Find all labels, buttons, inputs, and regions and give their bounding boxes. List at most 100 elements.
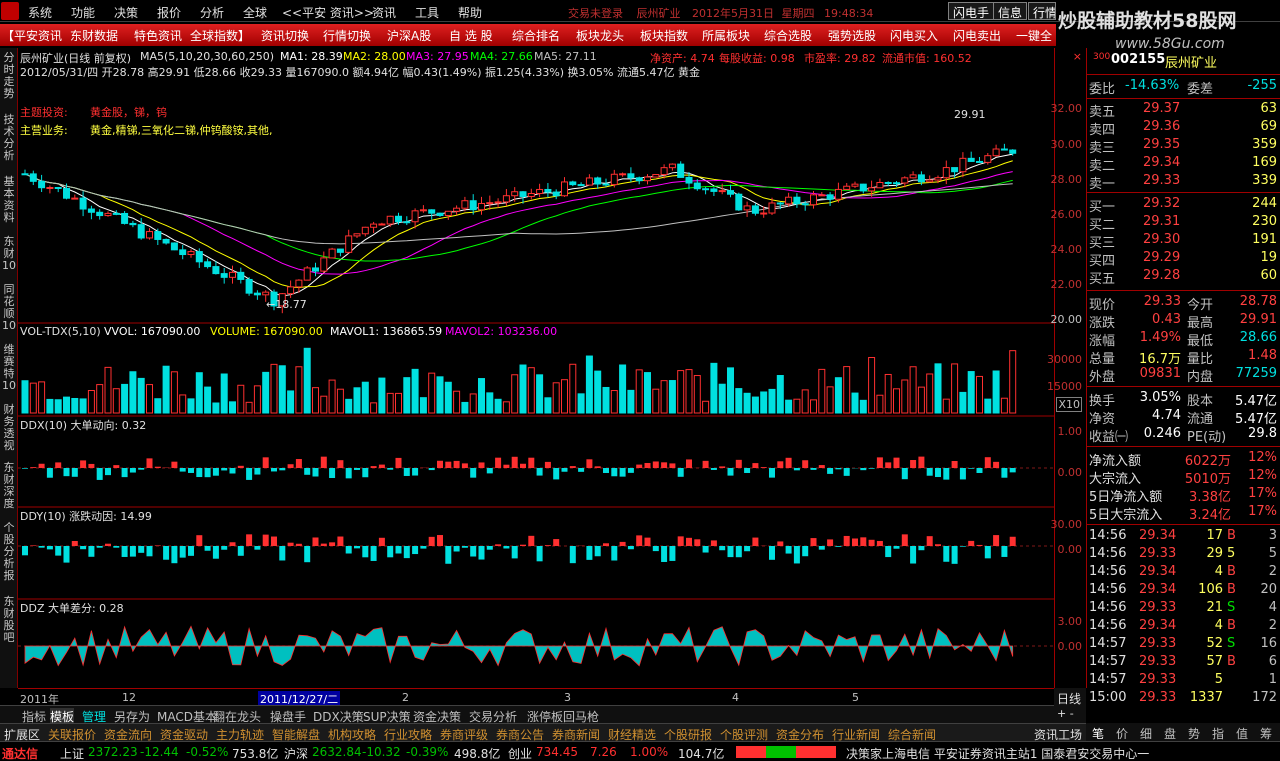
rtab-chips[interactable]: 筹 [1260,725,1272,742]
info-button[interactable]: 信息 [993,2,1028,20]
window-title: 交易未登录 辰州矿业 2012年5月31日 星期四 19:48:34 [568,5,873,21]
tick-side: 5 [1227,546,1236,561]
rtab-index[interactable]: 指 [1212,725,1224,742]
toolbar-global-index[interactable]: 全球指数】 [190,27,250,44]
menu-news[interactable]: 资讯 [372,4,396,21]
toolbar-sector-index[interactable]: 板块指数 [640,27,688,44]
tick-volume: 57 [1206,654,1223,669]
menu-quote[interactable]: 报价 [157,4,181,21]
ddx-bar [702,460,709,468]
period-day-button[interactable]: 日线 [1057,690,1081,707]
ddx-bar [113,465,120,468]
menu-analysis[interactable]: 分析 [200,4,224,21]
tab-intraday[interactable]: 分时走势 [2,52,16,100]
rtab-value[interactable]: 值 [1236,725,1248,742]
volume-bar [502,401,510,414]
order-price: 29.35 [1143,137,1181,152]
tab-em-forum[interactable]: 东财股吧 [2,596,16,644]
volume-bar [104,366,112,414]
tab-finance[interactable]: 财务透视 [2,404,16,452]
tab-eastmoney10[interactable]: 东财10 [2,236,16,272]
tab-em-depth[interactable]: 东财深度 [2,462,16,510]
toolbar-flash-buy[interactable]: 闪电买入 [890,27,938,44]
toolbar-special-news[interactable]: 特色资讯 [134,27,182,44]
volume-bar [96,384,104,414]
menu-system[interactable]: 系统 [28,4,52,21]
toolbar-one-click[interactable]: 一键全 [1016,27,1052,44]
volume-bar [917,386,925,414]
ddy-bar [951,546,958,564]
ddx-bar [644,462,651,468]
order-price: 29.33 [1143,173,1181,188]
tick-side: S [1227,600,1236,615]
menu-global[interactable]: 全球 [243,4,267,21]
toolbar-a-shares[interactable]: 沪深A股 [387,27,431,44]
rtab-tick[interactable]: 笔 [1092,725,1104,742]
tick-side: B [1227,654,1236,669]
candle-body [71,197,79,200]
menu-decision[interactable]: 决策 [114,4,138,21]
ddy-bar [852,538,858,546]
ddx-bar [212,468,219,476]
rtab-price[interactable]: 价 [1116,725,1128,742]
toolbar-pingan-news[interactable]: 【平安资讯 [2,27,62,44]
candle-body [378,223,386,226]
tab-fundamentals[interactable]: 基本资料 [2,176,16,224]
candle-body [710,188,718,192]
flash-trade-button[interactable]: 闪电手 [948,2,995,20]
candle-body [262,291,270,296]
sh-index-name[interactable]: 上证 [60,745,84,761]
period-controls: 日线 + - > [1054,688,1086,733]
ddy-bar [329,542,336,546]
menu-help[interactable]: 帮助 [458,4,482,21]
menu-pingan-news[interactable]: <<平安 资讯>> [282,4,374,21]
tab-ths10[interactable]: 同花顺10 [2,284,16,332]
flow-label: 5日净流入额 [1089,490,1163,505]
status-bar: 通达信 上证 2372.23 -12.44 -0.52% 753.8亿 沪深 2… [0,741,1280,761]
ddx-bar [129,468,136,473]
kline-chart-area[interactable]: 辰州矿业(日线 前复权) MA5(5,10,20,30,60,250) MA1:… [18,48,1054,688]
ddy-bar [785,546,792,554]
tick-time: 14:57 [1089,672,1127,687]
toolbar-flash-sell[interactable]: 闪电卖出 [953,27,1001,44]
toolbar-stock-screen[interactable]: 综合选股 [764,27,812,44]
cy-index-name[interactable]: 创业 [508,745,532,761]
candle-body [494,201,502,204]
menu-tools[interactable]: 工具 [415,4,439,21]
volume-bar [876,394,884,414]
toolbar-eastmoney-data[interactable]: 东财数据 [70,27,118,44]
chart-canvas[interactable] [18,48,1054,688]
tab-wst10[interactable]: 维赛特10 [2,344,16,392]
ddx-bar [868,468,875,469]
title-date: 2012年5月31日 [692,7,774,20]
cy-index-chg: 7.26 [590,745,617,759]
brand-name: 通达信 [2,747,39,761]
rtab-detail[interactable]: 细 [1140,725,1152,742]
menu-function[interactable]: 功能 [71,4,95,21]
toolbar-watchlist[interactable]: 自 选 股 [449,27,493,44]
tick-time: 14:57 [1089,636,1127,651]
toolbar-ranking[interactable]: 综合排名 [512,27,560,44]
rtab-book[interactable]: 盘 [1164,725,1176,742]
toolbar-sector-leader[interactable]: 板块龙头 [576,27,624,44]
tab-technical[interactable]: 技术分析 [2,114,16,162]
candle-body [519,191,527,197]
flow-pct: 12% [1248,450,1277,465]
candle-body [46,187,54,190]
candle-body [652,174,660,178]
tab-stock-report[interactable]: 个股分析报 [2,522,16,582]
toolbar-news-switch[interactable]: 资讯切换 [261,27,309,44]
ddy-bar [993,535,1000,546]
ddx-bar [387,468,394,470]
ddy-bar [793,546,800,564]
rtab-trend[interactable]: 势 [1188,725,1200,742]
hs-index-name[interactable]: 沪深 [284,745,308,761]
toolbar-related-sector[interactable]: 所属板块 [702,27,750,44]
quote-button[interactable]: 行情 [1028,2,1056,20]
flow-row: 净流入额 6022万 12% [1087,450,1280,469]
toolbar-strong-screen[interactable]: 强势选股 [828,27,876,44]
low-price-marker: ←18.77 [266,298,307,311]
candle-body [469,200,477,211]
toolbar-quote-switch[interactable]: 行情切换 [323,27,371,44]
ddx-bar [254,468,261,475]
